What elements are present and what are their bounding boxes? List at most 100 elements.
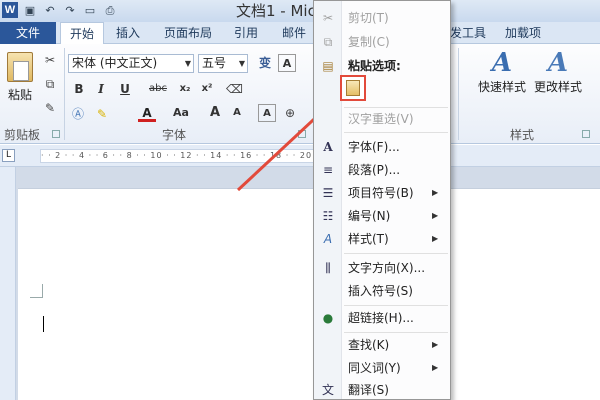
superscript-button[interactable]: x² xyxy=(198,80,216,98)
menu-item-text-direction[interactable]: ⫼ 文字方向(X)... xyxy=(314,257,450,279)
strikethrough-button[interactable]: abc xyxy=(146,80,170,98)
underline-button[interactable]: U xyxy=(116,80,134,98)
tab-references[interactable]: 引用 xyxy=(226,22,266,44)
menu-item-numbering[interactable]: ☷ 编号(N) ▶ xyxy=(314,205,450,227)
paste-icon xyxy=(7,52,33,82)
menu-item-find[interactable]: 查找(K) ▶ xyxy=(314,334,450,356)
chevron-down-icon: ▼ xyxy=(184,59,191,68)
tab-mailings[interactable]: 邮件 xyxy=(274,22,314,44)
menu-item-label: 查找(K) xyxy=(348,338,390,352)
menu-item-label: 字体(F)... xyxy=(348,140,400,154)
submenu-arrow-icon: ▶ xyxy=(432,340,439,349)
font-color-button[interactable]: A xyxy=(138,104,156,122)
quick-styles-button[interactable]: A 快速样式 xyxy=(474,48,530,95)
word-app-icon[interactable]: W xyxy=(2,2,18,18)
italic-button[interactable]: I xyxy=(92,80,110,98)
menu-item-hyperlink[interactable]: ● 超链接(H)... xyxy=(314,307,450,329)
menu-item-copy[interactable]: ⧉ 复制(C) xyxy=(314,31,450,53)
font-name-combo[interactable]: 宋体 (中文正文) ▼ xyxy=(68,54,194,73)
menu-item-label: 剪切(T) xyxy=(348,11,389,25)
font-size-value: 五号 xyxy=(202,56,227,70)
font-name-value: 宋体 (中文正文) xyxy=(72,56,158,70)
submenu-arrow-icon: ▶ xyxy=(432,188,439,197)
grow-font-button[interactable]: A xyxy=(206,104,224,122)
tab-addins[interactable]: 加载项 xyxy=(498,22,548,44)
clipboard-launcher[interactable] xyxy=(52,130,60,138)
font-size-combo[interactable]: 五号 ▼ xyxy=(198,54,248,73)
ribbon: 粘贴 ✂ ⧉ ✎ 剪贴板 宋体 (中文正文) ▼ 五号 ▼ 变 A B I U … xyxy=(0,44,600,144)
quick-styles-label: 快速样式 xyxy=(477,80,526,94)
undo-icon[interactable]: ↶ xyxy=(42,3,58,18)
highlight-icon[interactable]: ✎ xyxy=(94,106,110,122)
text-caret xyxy=(43,316,44,332)
paste-options-icon: ▤ xyxy=(322,59,334,73)
menu-item-insert-symbol[interactable]: 插入符号(S) xyxy=(314,280,450,302)
menu-item-bullets[interactable]: ☰ 项目符号(B) ▶ xyxy=(314,182,450,204)
change-styles-icon: A xyxy=(547,48,569,78)
change-styles-button[interactable]: A 更改样式 xyxy=(530,48,586,95)
tab-page-layout[interactable]: 页面布局 xyxy=(156,22,220,44)
margin-corner-mark xyxy=(42,284,43,298)
menu-item-label: 粘贴选项: xyxy=(348,59,401,73)
title-bar: W ▣ ↶ ↷ ▭ ⎙ 文档1 - Microsoft Word xyxy=(0,0,600,22)
tab-developer[interactable]: 发工具 xyxy=(448,22,488,44)
text-effects-icon[interactable]: Ⓐ xyxy=(70,106,86,122)
document-page[interactable] xyxy=(18,188,600,400)
open-icon[interactable]: ▭ xyxy=(82,3,98,18)
paste-button[interactable]: 粘贴 xyxy=(4,52,36,103)
menu-separator xyxy=(344,332,448,333)
ribbon-tabs: 文件 开始 插入 页面布局 引用 邮件 发工具 加载项 xyxy=(0,22,600,45)
copy-icon[interactable]: ⧉ xyxy=(42,76,58,92)
phonetic-guide-button[interactable]: 变 xyxy=(256,54,274,72)
format-painter-icon[interactable]: ✎ xyxy=(42,100,58,116)
font-launcher[interactable] xyxy=(298,130,306,138)
tab-file[interactable]: 文件 xyxy=(0,22,56,44)
tab-home[interactable]: 开始 xyxy=(60,22,104,45)
text-direction-icon: ⫼ xyxy=(325,261,331,275)
context-menu: ✂ 剪切(T) ⧉ 复制(C) ▤ 粘贴选项: 汉字重选(V) A 字体(F).… xyxy=(313,0,451,400)
menu-item-cut[interactable]: ✂ 剪切(T) xyxy=(314,7,450,29)
menu-item-translate[interactable]: 文 翻译(S) xyxy=(314,379,450,400)
menu-item-label: 样式(T) xyxy=(348,232,389,246)
submenu-arrow-icon: ▶ xyxy=(432,234,439,243)
copy-icon: ⧉ xyxy=(323,35,333,49)
font-icon: A xyxy=(323,140,333,154)
menu-item-font[interactable]: A 字体(F)... xyxy=(314,136,450,158)
styles-icon: A xyxy=(323,232,333,246)
tab-insert[interactable]: 插入 xyxy=(108,22,148,44)
menu-item-reconvert[interactable]: 汉字重选(V) xyxy=(314,108,450,130)
char-border-button[interactable]: A xyxy=(278,54,296,72)
menu-separator xyxy=(344,305,448,306)
char-shading-button[interactable]: A xyxy=(258,104,276,122)
horizontal-ruler[interactable]: L · · 2 · · 4 · · 6 · · 8 · · 10 · · 12 … xyxy=(0,145,600,167)
menu-item-label: 超链接(H)... xyxy=(348,311,414,325)
clear-format-icon[interactable]: ⌫ xyxy=(226,81,243,97)
vertical-ruler[interactable] xyxy=(0,167,16,400)
shrink-font-button[interactable]: A xyxy=(228,104,246,122)
subscript-button[interactable]: x₂ xyxy=(176,80,194,98)
menu-item-paragraph[interactable]: ≡ 段落(P)... xyxy=(314,159,450,181)
submenu-arrow-icon: ▶ xyxy=(432,363,439,372)
menu-item-label: 翻译(S) xyxy=(348,383,389,397)
menu-item-styles[interactable]: A 样式(T) ▶ xyxy=(314,228,450,250)
tab-selector[interactable]: L xyxy=(2,149,15,162)
menu-item-label: 汉字重选(V) xyxy=(348,112,414,126)
redo-icon[interactable]: ↷ xyxy=(62,3,78,18)
print-preview-icon[interactable]: ⎙ xyxy=(102,3,118,18)
save-icon[interactable]: ▣ xyxy=(22,3,38,18)
styles-launcher[interactable] xyxy=(582,130,590,138)
numbering-icon: ☷ xyxy=(322,209,334,223)
clipboard-icon xyxy=(346,80,360,96)
scissors-icon: ✂ xyxy=(322,11,334,25)
bold-button[interactable]: B xyxy=(70,80,88,98)
scissors-icon[interactable]: ✂ xyxy=(42,52,58,68)
enclose-char-icon[interactable]: ⊕ xyxy=(282,105,298,121)
paste-keep-text-only-button[interactable] xyxy=(340,75,366,101)
change-case-button[interactable]: Aa xyxy=(170,104,192,122)
menu-separator xyxy=(344,253,448,254)
clipboard-group-label: 剪贴板 xyxy=(4,128,41,142)
menu-item-synonyms[interactable]: 同义词(Y) ▶ xyxy=(314,357,450,379)
quick-styles-icon: A xyxy=(491,48,513,78)
quick-access-toolbar: ▣ ↶ ↷ ▭ ⎙ xyxy=(22,3,118,18)
group-divider xyxy=(458,48,459,140)
